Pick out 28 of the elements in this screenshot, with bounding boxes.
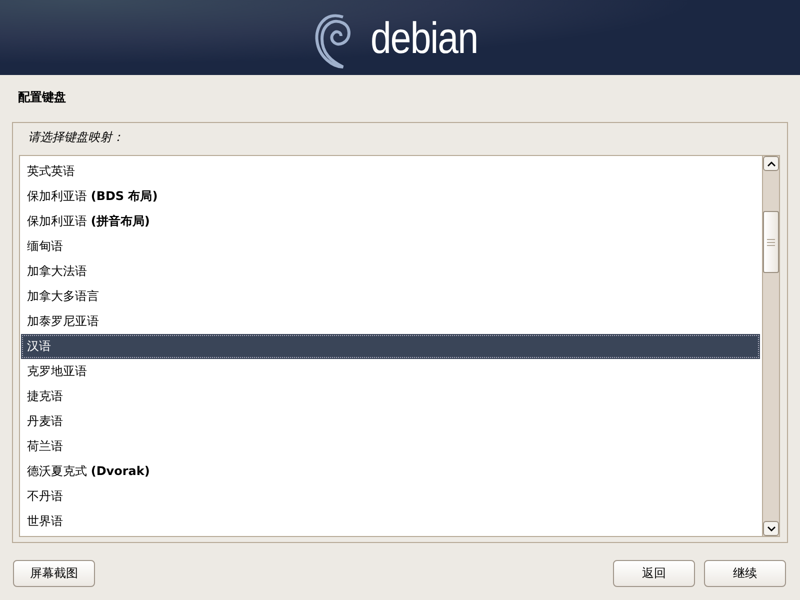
keymap-item[interactable]: 缅甸语 bbox=[21, 234, 760, 259]
page-title: 配置键盘 bbox=[17, 89, 67, 106]
keymap-item[interactable]: 克罗地亚语 bbox=[21, 359, 760, 384]
keymap-item[interactable]: 捷克语 bbox=[21, 384, 760, 409]
keymap-item[interactable]: 荷兰语 bbox=[21, 434, 760, 459]
keymap-item[interactable]: 加拿大法语 bbox=[21, 259, 760, 284]
keymap-item[interactable]: 汉语 bbox=[21, 334, 760, 359]
continue-button[interactable]: 继续 bbox=[704, 560, 786, 587]
keymap-item[interactable]: 世界语 bbox=[21, 509, 760, 534]
scroll-down-button[interactable] bbox=[763, 521, 779, 536]
logo-text: debian bbox=[370, 16, 478, 60]
scrollbar[interactable] bbox=[762, 156, 779, 536]
prompt-label: 请选择键盘映射： bbox=[27, 129, 125, 146]
keymap-item[interactable]: 加泰罗尼亚语 bbox=[21, 309, 760, 334]
back-button[interactable]: 返回 bbox=[613, 560, 695, 587]
keymap-list[interactable]: 英式英语 保加利亚语 (BDS 布局) 保加利亚语 (拼音布局) 缅甸语 加拿大法语 加拿大多语言 加泰罗尼亚语 汉语 克罗地亚语 捷克语 丹麦语 荷兰语 德沃夏克式 (Dvorak) 不丹语 世界语 bbox=[19, 155, 780, 537]
keymap-item[interactable]: 不丹语 bbox=[21, 484, 760, 509]
keymap-item[interactable]: 英式英语 bbox=[21, 159, 760, 184]
keymap-item[interactable]: 丹麦语 bbox=[21, 409, 760, 434]
scroll-up-button[interactable] bbox=[763, 156, 779, 171]
keymap-item[interactable]: 德沃夏克式 (Dvorak) bbox=[21, 459, 760, 484]
caret-down-icon bbox=[766, 526, 776, 532]
scroll-thumb[interactable] bbox=[763, 211, 779, 273]
keymap-item[interactable]: 保加利亚语 (BDS 布局) bbox=[21, 184, 760, 209]
keymap-item[interactable]: 加拿大多语言 bbox=[21, 284, 760, 309]
keymap-item[interactable]: 保加利亚语 (拼音布局) bbox=[21, 209, 760, 234]
caret-up-icon bbox=[766, 160, 776, 166]
screenshot-button[interactable]: 屏幕截图 bbox=[13, 560, 95, 587]
